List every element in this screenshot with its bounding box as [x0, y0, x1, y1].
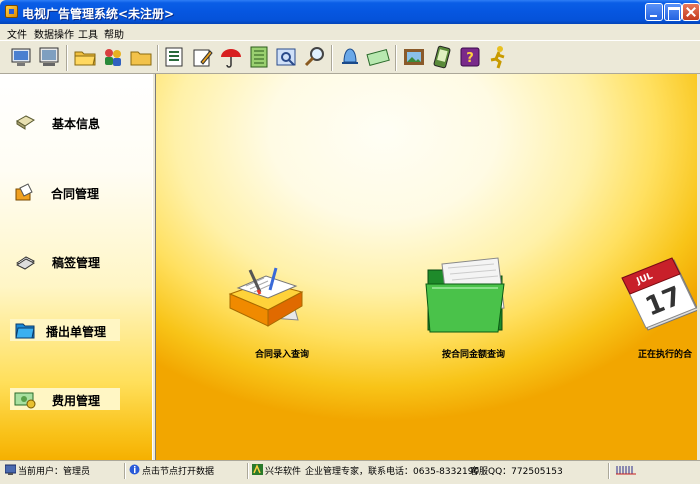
keyboard-indicator-icon: [616, 464, 636, 475]
money-icon[interactable]: [366, 45, 390, 69]
list-icon[interactable]: [163, 45, 187, 69]
tile-label-contract-entry[interactable]: 合同录入查询: [255, 347, 309, 360]
company-logo-icon: [252, 464, 263, 475]
toolbar: ?: [0, 40, 700, 74]
monitor-icon[interactable]: [9, 45, 33, 69]
menu-bar: 文件 数据操作 工具 帮助: [0, 24, 700, 41]
company-slogan: 企业管理专家，联系电话：0635-8332190: [305, 467, 480, 477]
bell-icon[interactable]: [338, 45, 362, 69]
status-bar: 当前用户：管理员 点击节点打开数据 兴华软件 企业管理专家，联系电话：0635-…: [0, 460, 700, 484]
umbrella-icon[interactable]: [219, 45, 243, 69]
menu-file[interactable]: 文件: [7, 26, 27, 41]
folder-open-icon[interactable]: [73, 45, 97, 69]
sidebar-item-label: 播出单管理: [46, 325, 107, 339]
tile-label-calendar[interactable]: 正在执行的合: [638, 347, 692, 360]
tablet-icon[interactable]: [430, 45, 454, 69]
close-button[interactable]: [682, 3, 700, 21]
info-circle-icon: [129, 464, 140, 475]
users-icon[interactable]: [101, 45, 125, 69]
cost-icon: [14, 389, 36, 409]
tile-label-green-folder[interactable]: 按合同金额查询: [442, 347, 505, 360]
sidebar-item-basic-info[interactable]: 基本信息: [10, 111, 140, 133]
user-icon: [4, 464, 17, 475]
status-hint: 点击节点打开数据: [142, 467, 215, 477]
info-icon: [14, 112, 36, 132]
sidebar-item-label: 稿签管理: [52, 256, 101, 270]
draft-icon: [14, 251, 36, 271]
calendar-icon[interactable]: JUL 17: [620, 254, 697, 334]
screen-icon[interactable]: [37, 45, 61, 69]
main-panel: 合同录入查询 按合同金额查询 JUL 17 正在执行的合: [156, 74, 697, 460]
menu-data-ops[interactable]: 数据操作: [34, 26, 74, 41]
current-user: 当前用户：管理员: [18, 467, 91, 477]
sidebar-item-label: 费用管理: [52, 394, 101, 408]
app-icon[interactable]: [5, 5, 18, 18]
maximize-button[interactable]: [664, 3, 682, 21]
sidebar-item-draft[interactable]: 稿签管理: [10, 250, 140, 272]
sidebar-item-label: 基本信息: [52, 117, 101, 131]
minimize-button[interactable]: [645, 3, 663, 21]
green-folder-icon[interactable]: [422, 254, 512, 334]
search-doc-icon[interactable]: [275, 45, 299, 69]
sidebar-item-contract[interactable]: 合同管理: [10, 181, 140, 203]
help-book-icon[interactable]: ?: [458, 45, 482, 69]
title-bar[interactable]: 电视广告管理系统<未注册>: [0, 0, 700, 24]
edit-icon[interactable]: [191, 45, 215, 69]
picture-icon[interactable]: [402, 45, 426, 69]
sidebar-item-cost[interactable]: 费用管理: [10, 388, 120, 410]
company-name: 兴华软件: [265, 467, 302, 477]
window-title: 电视广告管理系统<未注册>: [22, 7, 175, 21]
contract-entry-icon[interactable]: [228, 264, 323, 336]
broadcast-icon: [14, 320, 36, 340]
contract-icon: [14, 182, 36, 202]
notebook-icon[interactable]: [247, 45, 271, 69]
sidebar-item-broadcast[interactable]: 播出单管理: [10, 319, 120, 341]
search-icon[interactable]: [303, 45, 327, 69]
service-qq: 客服QQ：772505153: [470, 467, 563, 477]
menu-help[interactable]: 帮助: [104, 26, 124, 41]
runner-icon[interactable]: [486, 45, 510, 69]
sidebar-item-label: 合同管理: [51, 187, 100, 201]
folder-icon[interactable]: [129, 45, 153, 69]
menu-tools[interactable]: 工具: [78, 26, 98, 41]
sidebar: 基本信息 合同管理 稿签管理 播出单管理 费用管理: [0, 74, 152, 460]
svg-text:?: ?: [466, 51, 474, 66]
